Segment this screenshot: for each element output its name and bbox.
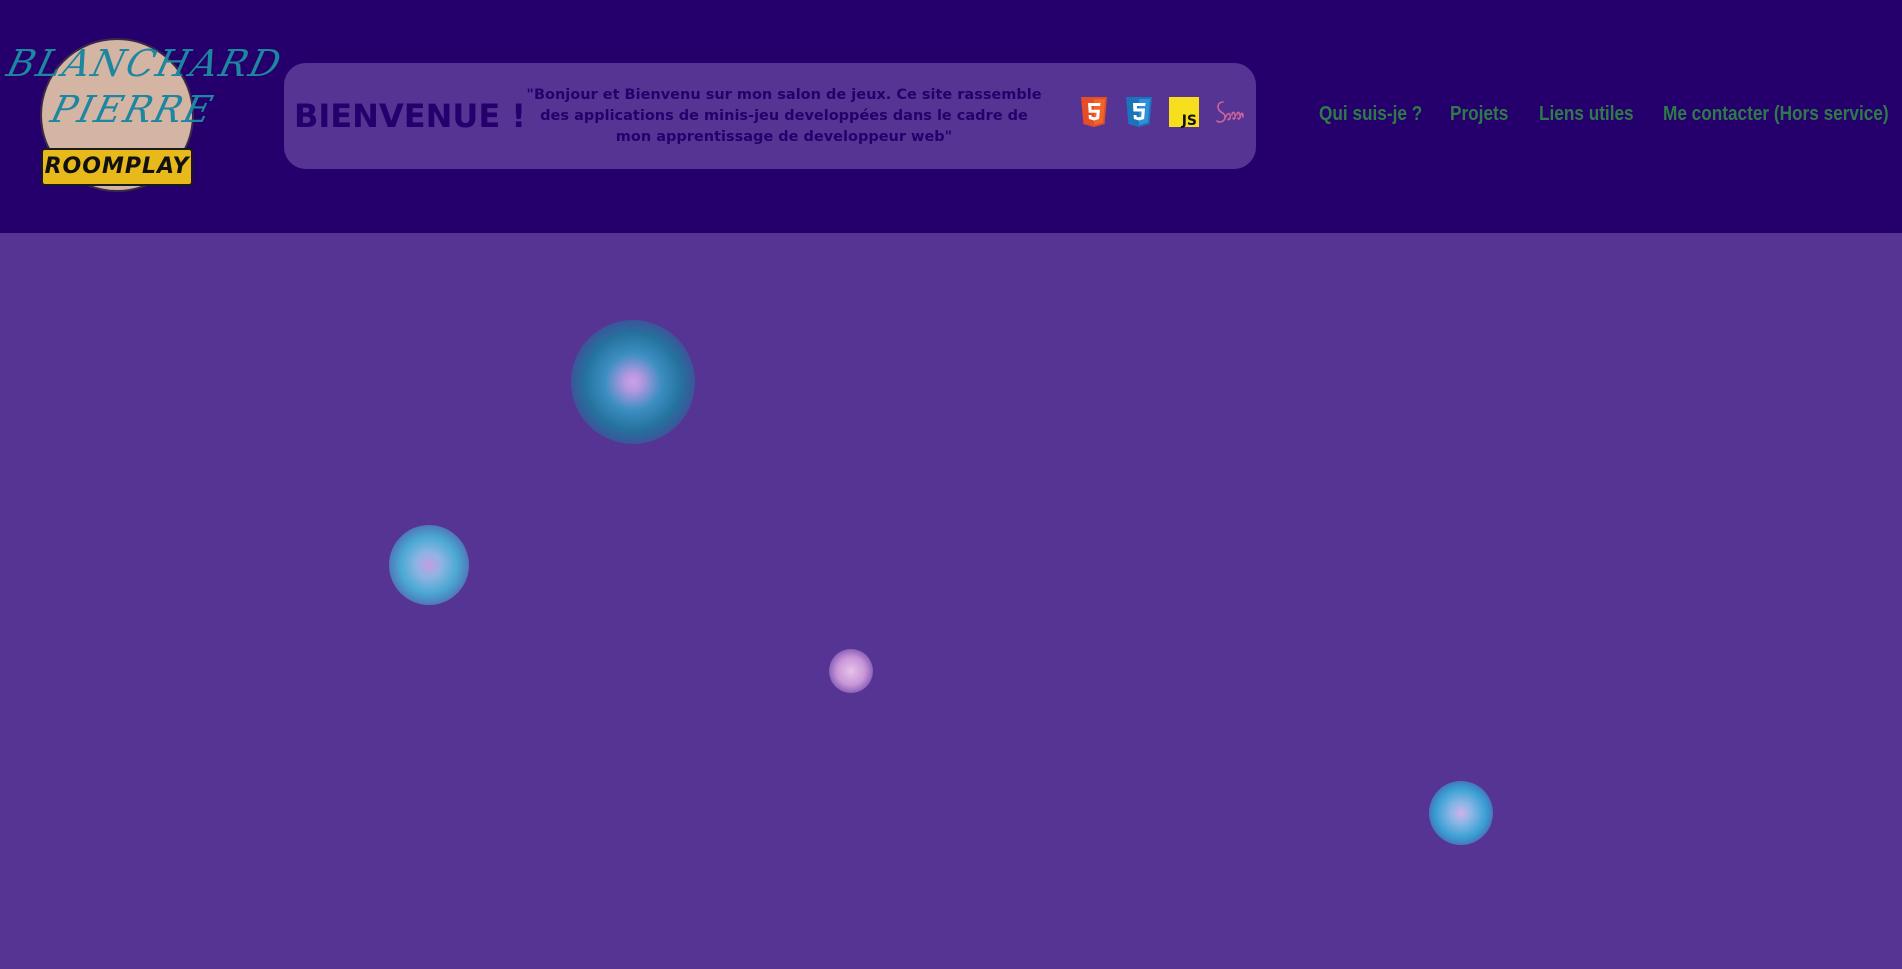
welcome-text: "Bonjour et Bienvenu sur mon salon de je… bbox=[526, 87, 1042, 145]
site-logo[interactable]: BLANCHARD PIERRE ROOMPLAY bbox=[3, 36, 287, 198]
css3-icon bbox=[1126, 97, 1152, 127]
html5-icon bbox=[1081, 97, 1107, 127]
tech-icons: JS bbox=[1079, 96, 1244, 128]
glow-particle bbox=[1429, 781, 1493, 845]
nav-link-useful-links[interactable]: Liens utiles bbox=[1539, 103, 1634, 129]
sass-icon bbox=[1216, 101, 1244, 123]
nav-link-contact[interactable]: Me contacter (Hors service) bbox=[1663, 103, 1889, 129]
js-icon-text: JS bbox=[1181, 113, 1197, 128]
welcome-panel: BIENVENUE ! "Bonjour et Bienvenu sur mon… bbox=[284, 63, 1256, 169]
welcome-title: BIENVENUE ! bbox=[294, 97, 526, 135]
logo-badge: ROOMPLAY bbox=[41, 148, 193, 186]
javascript-icon: JS bbox=[1169, 97, 1199, 128]
main-content bbox=[0, 233, 1902, 969]
glow-particle bbox=[829, 649, 873, 693]
nav-link-projects[interactable]: Projets bbox=[1450, 103, 1508, 129]
logo-name-line1: BLANCHARD bbox=[2, 42, 288, 85]
glow-particle bbox=[389, 525, 469, 605]
nav-link-about[interactable]: Qui suis-je ? bbox=[1319, 103, 1422, 129]
site-header: BLANCHARD PIERRE ROOMPLAY BIENVENUE ! "B… bbox=[0, 0, 1902, 233]
glow-particle bbox=[571, 320, 695, 444]
logo-name-line2: PIERRE bbox=[46, 88, 219, 131]
